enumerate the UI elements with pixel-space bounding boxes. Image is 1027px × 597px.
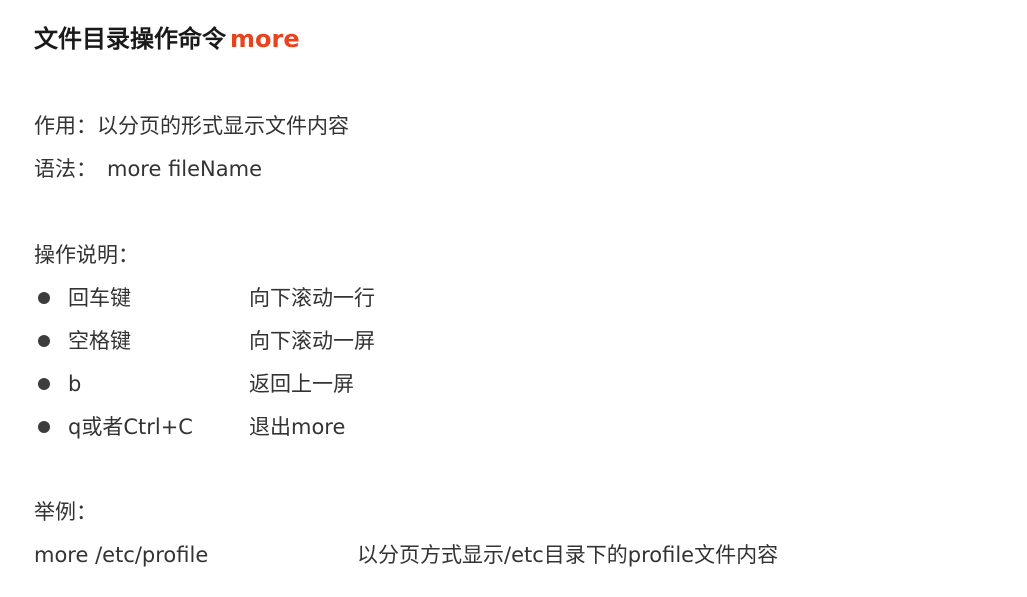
bullet-icon xyxy=(38,292,50,304)
operation-desc: 返回上一屏 xyxy=(249,372,354,396)
syntax-line: 语法： more fileName xyxy=(34,155,262,183)
example-command: more /etc/profile xyxy=(34,543,209,567)
operation-key: 空格键 xyxy=(68,329,131,353)
operations-heading: 操作说明： xyxy=(34,243,139,267)
operation-key: b xyxy=(68,372,82,396)
bullet-icon xyxy=(38,378,50,390)
operation-key: q或者Ctrl+C xyxy=(68,415,193,439)
title-command: more xyxy=(230,25,300,53)
operation-desc: 向下滚动一行 xyxy=(249,286,375,310)
operation-desc: 退出more xyxy=(249,415,346,439)
syntax-text: more fileName xyxy=(107,157,263,181)
operation-desc: 向下滚动一屏 xyxy=(249,329,375,353)
example-heading: 举例： xyxy=(34,500,97,524)
page-title: 文件目录操作命令 more xyxy=(34,24,300,54)
example-desc: 以分页方式显示/etc目录下的profile文件内容 xyxy=(357,543,779,567)
purpose-text: 以分页的形式显示文件内容 xyxy=(97,114,349,138)
syntax-label: 语法： xyxy=(34,157,97,181)
bullet-icon xyxy=(38,421,50,433)
bullet-icon xyxy=(38,335,50,347)
purpose-label: 作用： xyxy=(34,114,97,138)
title-prefix: 文件目录操作命令 xyxy=(34,25,226,53)
operation-key: 回车键 xyxy=(68,286,131,310)
purpose-line: 作用：以分页的形式显示文件内容 xyxy=(34,112,349,140)
